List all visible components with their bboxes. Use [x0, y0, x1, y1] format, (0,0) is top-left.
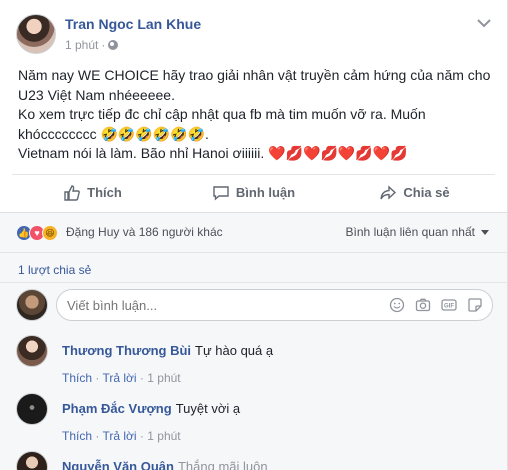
reaction-icons[interactable]: 👍 ♥ 😆: [16, 225, 58, 241]
comment-reply-link[interactable]: Trả lời: [102, 371, 136, 385]
comment-line: Thương Thương Bùi Tự hào quá ạ: [62, 343, 273, 358]
reactions-count[interactable]: Đặng Huy và 186 người khác: [66, 225, 223, 239]
comment-icon: [213, 185, 229, 201]
commenter-name[interactable]: Phạm Đắc Vượng: [62, 401, 172, 416]
like-button[interactable]: Thích: [12, 175, 173, 210]
post-line: Ko xem trực tiếp đc chỉ cập nhật qua fb …: [18, 106, 426, 122]
commenter-avatar[interactable]: [16, 335, 48, 367]
comment-time[interactable]: 1 phút: [147, 371, 180, 385]
post-line: U23 Việt Nam nhéeeeee.: [18, 86, 175, 103]
comment-sort-label: Bình luận liên quan nhất: [345, 225, 475, 239]
share-label: Chia sẻ: [403, 185, 450, 200]
sticker-icon[interactable]: [466, 296, 484, 314]
comment-time[interactable]: 1 phút: [147, 429, 180, 443]
post-line: Năm nay WE CHOICE hãy trao giải nhân vật…: [18, 67, 491, 83]
shares-bar: 1 lượt chia sẻ: [0, 252, 507, 282]
comments-section: GIF Thương Thương Bùi Tự hào quá ạ Thích …: [0, 282, 507, 470]
current-user-avatar[interactable]: [16, 289, 48, 321]
comment-reply-link[interactable]: Trả lời: [102, 429, 136, 443]
camera-icon[interactable]: [414, 296, 432, 314]
reactions-bar: 👍 ♥ 😆 Đặng Huy và 186 người khác Bình lu…: [0, 212, 507, 252]
post-time[interactable]: 1 phút: [65, 38, 98, 52]
thumbs-up-icon: [64, 184, 81, 201]
comment-item: Thương Thương Bùi Tự hào quá ạ Thích · Tr…: [16, 333, 493, 389]
share-button[interactable]: Chia sẻ: [334, 175, 495, 210]
comment-line: Nguyễn Văn Quân Thắng mãi luôn: [62, 459, 268, 470]
comment-line: Phạm Đắc Vượng Tuyệt vời ạ: [62, 401, 240, 416]
comment-label: Bình luận: [235, 185, 296, 200]
post-line: khócccccccc 🤣🤣🤣🤣🤣🤣.: [18, 125, 209, 142]
comment-text: Tự hào quá ạ: [195, 343, 274, 358]
gif-icon[interactable]: GIF: [440, 296, 458, 314]
svg-text:GIF: GIF: [444, 304, 454, 310]
shares-count[interactable]: 1 lượt chia sẻ: [18, 263, 91, 277]
comment-input[interactable]: [67, 298, 367, 313]
comment-item: Nguyễn Văn Quân Thắng mãi luôn: [16, 449, 493, 470]
post-body: Năm nay WE CHOICE hãy trao giải nhân vật…: [18, 66, 498, 164]
comment-actions: Thích · Trả lời · 1 phút: [62, 371, 181, 385]
comment-box[interactable]: GIF: [56, 289, 493, 321]
post-meta: 1 phút ·: [65, 38, 119, 52]
haha-reaction-icon: 😆: [42, 225, 58, 241]
emoji-icon[interactable]: [388, 296, 406, 314]
post-actions: Thích Bình luận Chia sẻ: [12, 174, 495, 210]
commenter-avatar[interactable]: [16, 393, 48, 425]
chevron-down-icon[interactable]: [477, 18, 491, 28]
commenter-name[interactable]: Nguyễn Văn Quân: [62, 459, 174, 470]
author-name[interactable]: Tran Ngoc Lan Khue: [65, 16, 201, 32]
comment-item: Phạm Đắc Vượng Tuyệt vời ạ Thích · Trả lờ…: [16, 391, 493, 447]
commenter-avatar[interactable]: [16, 451, 48, 470]
comment-tools: GIF: [388, 296, 484, 314]
comment-like-link[interactable]: Thích: [62, 429, 92, 443]
comment-like-link[interactable]: Thích: [62, 371, 92, 385]
comment-actions: Thích · Trả lời · 1 phút: [62, 429, 181, 443]
post-card: Tran Ngoc Lan Khue 1 phút · Năm nay WE C…: [0, 0, 508, 470]
author-avatar[interactable]: [16, 14, 56, 54]
comment-text: Thắng mãi luôn: [177, 459, 268, 470]
commenter-name[interactable]: Thương Thương Bùi: [62, 343, 191, 358]
post-header: Tran Ngoc Lan Khue 1 phút ·: [12, 10, 495, 56]
globe-icon[interactable]: [108, 40, 119, 50]
comment-sort-dropdown[interactable]: Bình luận liên quan nhất: [346, 225, 489, 239]
like-label: Thích: [87, 185, 122, 200]
post-line: Vietnam nói là làm. Bão nhỉ Hanoi ơiiiii…: [18, 145, 408, 161]
comment-text: Tuyệt vời ạ: [175, 401, 241, 416]
comment-button[interactable]: Bình luận: [173, 175, 334, 210]
caret-down-icon: [481, 229, 489, 235]
share-icon: [380, 184, 397, 200]
